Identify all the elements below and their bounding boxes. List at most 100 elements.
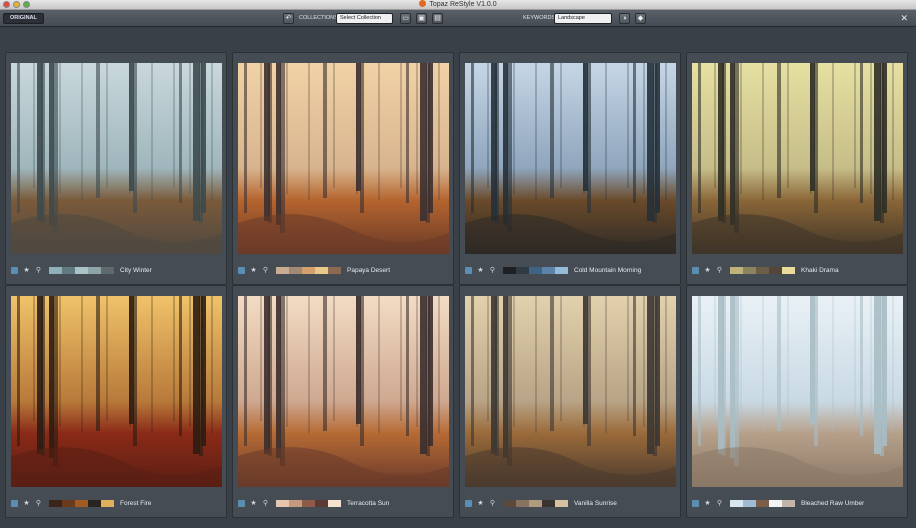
color-swatches — [503, 499, 568, 507]
color-swatch — [75, 266, 88, 274]
camera-icon[interactable] — [465, 499, 472, 507]
camera-icon[interactable] — [11, 266, 18, 274]
folder-icon[interactable]: ▭ — [400, 13, 411, 24]
export-icon[interactable]: ▤ — [432, 13, 443, 24]
color-swatches — [730, 266, 795, 274]
color-swatch — [315, 499, 328, 507]
star-icon[interactable]: ★ — [250, 500, 257, 507]
camera-icon[interactable] — [238, 266, 245, 274]
magnifier-icon[interactable]: ⚲ — [489, 500, 496, 507]
color-swatch — [555, 266, 568, 274]
camera-icon[interactable] — [11, 499, 18, 507]
preset-card[interactable]: ★ ⚲ City Winter — [5, 52, 227, 285]
color-swatch — [555, 499, 568, 507]
color-swatch — [302, 266, 315, 274]
star-icon[interactable]: ★ — [23, 500, 30, 507]
preset-thumbnail[interactable] — [11, 296, 222, 487]
star-icon[interactable]: ★ — [477, 267, 484, 274]
color-swatch — [756, 266, 769, 274]
magnifier-icon[interactable]: ⚲ — [35, 500, 42, 507]
preset-thumbnail[interactable] — [465, 296, 676, 487]
color-swatches — [49, 499, 114, 507]
preset-card[interactable]: ★ ⚲ Cold Mountain Morning — [459, 52, 681, 285]
star-icon[interactable]: ★ — [23, 267, 30, 274]
magnifier-icon[interactable]: ⚲ — [716, 500, 723, 507]
camera-icon[interactable] — [692, 266, 699, 274]
preset-card[interactable]: ★ ⚲ Forest Fire — [5, 285, 227, 518]
preset-name: Khaki Drama — [801, 266, 839, 274]
preset-thumbnail[interactable] — [238, 296, 449, 487]
star-icon[interactable]: ★ — [704, 500, 711, 507]
preset-name: Bleached Raw Umber — [801, 499, 865, 507]
star-icon[interactable]: ★ — [704, 267, 711, 274]
color-swatch — [62, 266, 75, 274]
preset-name: Cold Mountain Morning — [574, 266, 642, 274]
preset-info-bar: ★ ⚲ Vanilla Sunrise — [465, 498, 617, 508]
preset-info-bar: ★ ⚲ Forest Fire — [11, 498, 151, 508]
color-swatch — [49, 499, 62, 507]
color-swatch — [302, 499, 315, 507]
preset-thumbnail[interactable] — [465, 63, 676, 254]
preset-card[interactable]: ★ ⚲ Khaki Drama — [686, 52, 908, 285]
title-bar: Topaz ReStyle V1.0.0 — [0, 0, 916, 10]
color-swatches — [276, 266, 341, 274]
close-icon[interactable]: ✕ — [900, 13, 908, 24]
preset-thumbnail[interactable] — [692, 296, 903, 487]
original-button[interactable]: ORIGINAL — [3, 13, 44, 24]
color-swatch — [529, 266, 542, 274]
color-swatch — [730, 266, 743, 274]
color-swatch — [743, 499, 756, 507]
magnifier-icon[interactable]: ⚲ — [489, 267, 496, 274]
preset-info-bar: ★ ⚲ Bleached Raw Umber — [692, 498, 864, 508]
camera-icon[interactable] — [692, 499, 699, 507]
color-swatch — [529, 499, 542, 507]
preset-thumbnail[interactable] — [11, 63, 222, 254]
toolbar: ORIGINAL ↶ COLLECTIONS: Select Collectio… — [0, 10, 916, 27]
preset-thumbnail[interactable] — [238, 63, 449, 254]
star-icon[interactable]: ★ — [477, 500, 484, 507]
preset-info-bar: ★ ⚲ Cold Mountain Morning — [465, 265, 641, 275]
color-swatch — [769, 499, 782, 507]
preset-thumbnail[interactable] — [692, 63, 903, 254]
preset-card[interactable]: ★ ⚲ Terracotta Sun — [232, 285, 454, 518]
preset-name: Papaya Desert — [347, 266, 390, 274]
undo-icon[interactable]: ↶ — [283, 13, 294, 24]
preset-info-bar: ★ ⚲ Papaya Desert — [238, 265, 390, 275]
color-swatch — [503, 266, 516, 274]
color-swatch — [782, 499, 795, 507]
magnifier-icon[interactable]: ⚲ — [262, 267, 269, 274]
color-swatch — [101, 499, 114, 507]
preset-info-bar: ★ ⚲ City Winter — [11, 265, 152, 275]
window-title-text: Topaz ReStyle V1.0.0 — [429, 1, 497, 8]
color-swatch — [516, 266, 529, 274]
color-swatch — [542, 499, 555, 507]
preset-card[interactable]: ★ ⚲ Vanilla Sunrise — [459, 285, 681, 518]
color-swatch — [516, 499, 529, 507]
color-swatch — [328, 266, 341, 274]
preset-card[interactable]: ★ ⚲ Bleached Raw Umber — [686, 285, 908, 518]
color-swatch — [782, 266, 795, 274]
preset-name: Terracotta Sun — [347, 499, 390, 507]
color-swatch — [62, 499, 75, 507]
color-swatch — [315, 266, 328, 274]
preset-card[interactable]: ★ ⚲ Papaya Desert — [232, 52, 454, 285]
magnifier-icon[interactable]: ⚲ — [716, 267, 723, 274]
color-swatches — [276, 499, 341, 507]
preset-info-bar: ★ ⚲ Terracotta Sun — [238, 498, 389, 508]
tag-icon[interactable]: ◆ — [635, 13, 646, 24]
camera-icon[interactable] — [465, 266, 472, 274]
keywords-input[interactable]: Landscape — [554, 13, 612, 24]
magnifier-icon[interactable]: ⚲ — [35, 267, 42, 274]
color-swatch — [289, 266, 302, 274]
color-swatch — [542, 266, 555, 274]
collections-select[interactable]: Select Collection — [336, 13, 393, 24]
filter-icon[interactable]: ◑ — [619, 13, 630, 24]
camera-icon[interactable] — [238, 499, 245, 507]
color-swatch — [75, 499, 88, 507]
keywords-label: KEYWORDS: — [523, 15, 557, 21]
save-icon[interactable]: ▣ — [416, 13, 427, 24]
color-swatch — [503, 499, 516, 507]
color-swatch — [276, 499, 289, 507]
star-icon[interactable]: ★ — [250, 267, 257, 274]
magnifier-icon[interactable]: ⚲ — [262, 500, 269, 507]
